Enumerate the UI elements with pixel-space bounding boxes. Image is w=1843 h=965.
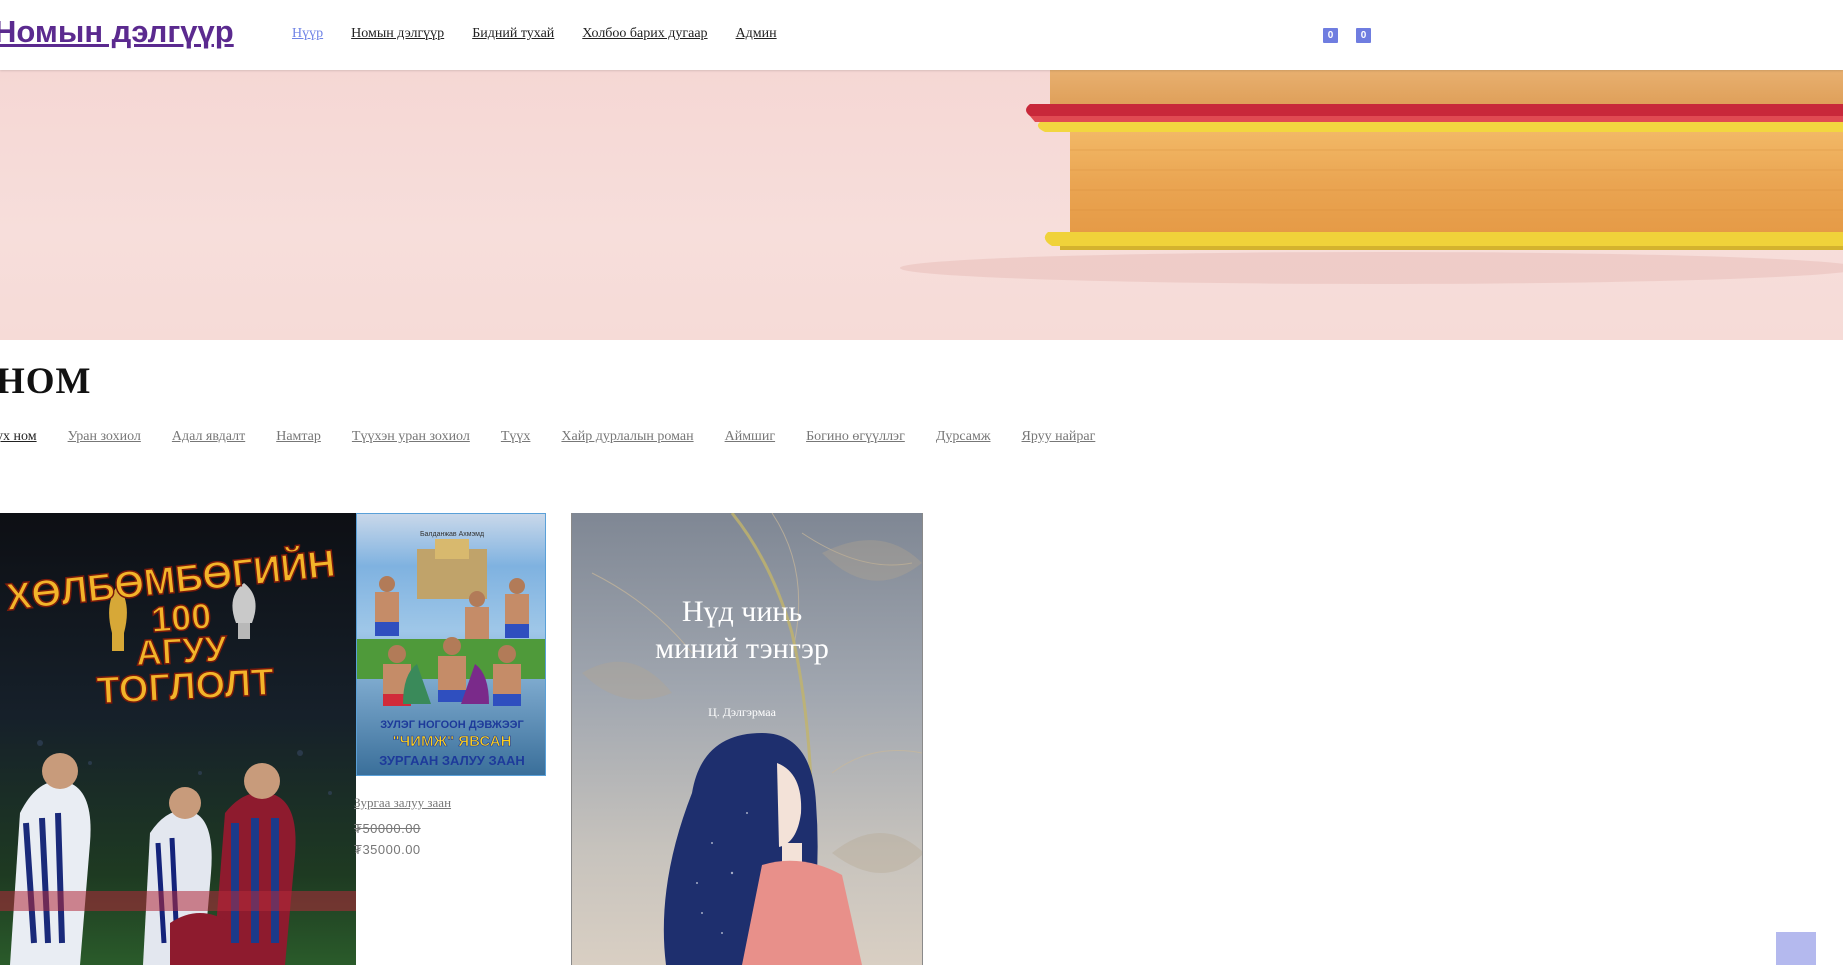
cover-title-line-2: "ЧИМЖ" ЯВСАН xyxy=(393,733,512,750)
category-romance[interactable]: Хайр дурлалын роман xyxy=(561,429,693,445)
cover-title-line-1: ЗУЛЭГ НОГООН ДЭВЖЭЭГ xyxy=(380,719,524,731)
category-all[interactable]: ух ном xyxy=(0,429,37,445)
cover-author: Балданжав Ахмэмд xyxy=(420,531,484,538)
cover-title-line-3: ЗУРГААН ЗАЛУУ ЗААН xyxy=(379,753,525,768)
book-cover-image[interactable]: Балданжав Ахмэмд ЗУЛЭГ НОГООН ДЭВЖЭЭГ "Ч… xyxy=(356,513,546,776)
nav-about[interactable]: Бидний тухай xyxy=(472,26,554,42)
category-literature[interactable]: Уран зохиол xyxy=(68,429,141,445)
wrestlers-cover-art: Балданжав Ахмэмд ЗУЛЭГ НОГООН ДЭВЖЭЭГ "Ч… xyxy=(357,531,545,768)
header-counters: 0 0 xyxy=(1323,28,1371,43)
scroll-to-top-button[interactable] xyxy=(1776,932,1816,965)
category-biography[interactable]: Намтар xyxy=(276,429,321,445)
category-historical-fiction[interactable]: Түүхэн уран зохиол xyxy=(352,429,470,445)
nav-home[interactable]: Нүүр xyxy=(292,26,323,42)
product-sale-price: ₮35000.00 xyxy=(354,842,421,857)
cart-count-badge[interactable]: 0 xyxy=(1356,28,1371,43)
main-nav: Нүүр Номын дэлгүүр Бидний тухай Холбоо б… xyxy=(292,26,777,42)
cover-title-line-2: миний тэнгэр xyxy=(655,632,829,665)
wishlist-count-badge[interactable]: 0 xyxy=(1323,28,1338,43)
nav-admin[interactable]: Админ xyxy=(736,26,777,42)
category-short-story[interactable]: Богино өгүүллэг xyxy=(806,429,905,445)
hero-banner xyxy=(0,70,1843,340)
nav-contact[interactable]: Холбоо барих дугаар xyxy=(582,26,707,42)
book-cover-image[interactable]: Нүд чинь миний тэнгэр Ц. Дэлгэрмаа xyxy=(571,513,923,965)
cover-title-line-1: Нүд чинь xyxy=(682,595,802,628)
section-title: НОМ xyxy=(0,361,92,402)
site-logo[interactable]: Номын дэлгүүр xyxy=(0,14,234,50)
category-filter: ух ном Уран зохиол Адал явдалт Намтар Тү… xyxy=(0,429,1095,445)
nav-shop[interactable]: Номын дэлгүүр xyxy=(351,26,444,42)
cover-title-line-4: ТОГЛОЛТ xyxy=(96,661,276,712)
cover-author: Ц. Дэлгэрмаа xyxy=(708,705,777,719)
book-cover-image[interactable]: ХӨЛБӨМБӨГИЙН 100 АГУУ ТОГЛОЛТ xyxy=(0,513,356,965)
category-poetry[interactable]: Яруу найраг xyxy=(1022,429,1096,445)
product-title-link[interactable]: Зургаа залуу заан xyxy=(354,795,451,811)
product-old-price: ₮50000.00 xyxy=(354,821,421,836)
category-adventure[interactable]: Адал явдалт xyxy=(172,429,245,445)
category-history[interactable]: Түүх xyxy=(501,429,531,445)
category-memoir[interactable]: Дурсамж xyxy=(936,429,991,445)
site-header: Номын дэлгүүр Нүүр Номын дэлгүүр Бидний … xyxy=(0,0,1843,70)
books-stack-image xyxy=(900,70,1843,284)
novel-cover-art: Нүд чинь миний тэнгэр Ц. Дэлгэрмаа xyxy=(582,513,922,965)
football-cover-art: ХӨЛБӨМБӨГИЙН 100 АГУУ ТОГЛОЛТ xyxy=(0,539,356,965)
category-horror[interactable]: Аймшиг xyxy=(725,429,775,445)
